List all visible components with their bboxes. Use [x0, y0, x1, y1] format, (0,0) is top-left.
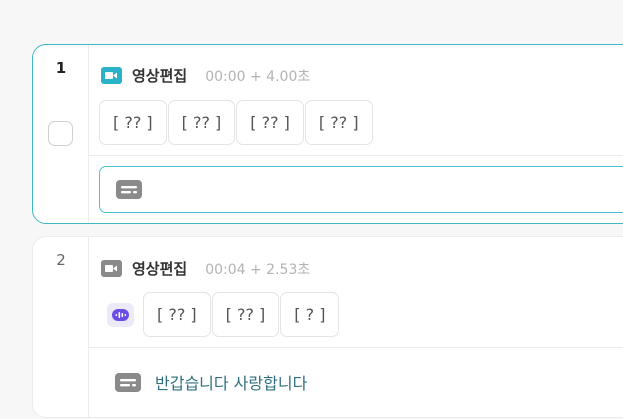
- word-token[interactable]: [ ?? ]: [167, 100, 236, 145]
- video-camera-icon: [101, 67, 122, 84]
- clip-index: 2: [56, 251, 66, 269]
- clip-card[interactable]: 2 영상편집 00:04 + 2.53초 [ ?? ] [ ?? ] [ ? ]: [32, 236, 623, 418]
- clip-index-column: 1: [33, 45, 89, 223]
- clip-header: 영상편집 00:00 + 4.00초: [101, 65, 310, 86]
- clip-index: 1: [55, 59, 67, 77]
- clip-checkbox[interactable]: [48, 121, 73, 146]
- divider: [89, 347, 623, 348]
- video-camera-icon: [101, 260, 122, 277]
- clip-title: 영상편집: [132, 67, 188, 85]
- clip-time: 00:00 + 4.00초: [205, 68, 311, 85]
- subtitle-icon: [115, 372, 141, 392]
- word-token[interactable]: [ ?? ]: [304, 100, 373, 145]
- subtitle-input[interactable]: [99, 166, 623, 213]
- word-token[interactable]: [ ?? ]: [143, 292, 211, 337]
- word-token[interactable]: [ ? ]: [280, 292, 340, 337]
- clip-card[interactable]: 1 영상편집 00:00 + 4.00초 [ ?? ] [ ?? ] [ ?? …: [32, 44, 623, 224]
- clip-index-column: 2: [33, 237, 89, 417]
- token-list: [ ?? ] [ ?? ] [ ?? ] [ ?? ]: [99, 100, 373, 145]
- voice-icon[interactable]: [107, 303, 134, 327]
- clip-header: 영상편집 00:04 + 2.53초: [101, 258, 310, 279]
- word-token[interactable]: [ ?? ]: [236, 100, 304, 145]
- word-token[interactable]: [ ?? ]: [99, 100, 167, 145]
- clip-time: 00:04 + 2.53초: [205, 261, 311, 278]
- subtitle-icon: [116, 180, 142, 199]
- token-list: [ ?? ] [ ?? ] [ ? ]: [143, 292, 340, 337]
- subtitle-row[interactable]: 반갑습니다 사랑합니다: [115, 370, 307, 394]
- clip-title: 영상편집: [132, 260, 188, 278]
- divider: [89, 155, 623, 156]
- subtitle-text: 반갑습니다 사랑합니다: [155, 374, 308, 393]
- word-token[interactable]: [ ?? ]: [211, 292, 280, 337]
